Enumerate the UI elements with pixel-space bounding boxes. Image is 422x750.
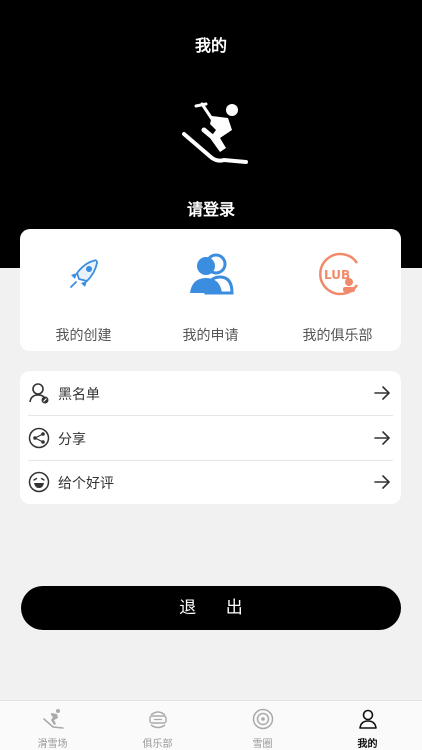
logout-button[interactable]: 退 出 <box>21 586 401 630</box>
page-title: 我的 <box>194 36 227 55</box>
user-block-icon <box>29 383 49 404</box>
menu-item-label: 黑名单 <box>58 387 100 403</box>
menu-item-blacklist[interactable]: 黑名单 <box>20 371 401 415</box>
tab-club[interactable]: 俱乐部 <box>105 701 210 750</box>
quick-action-my-applications[interactable]: 我的申请 <box>147 229 274 351</box>
tab-ski-resort[interactable]: 滑雪场 <box>0 701 105 750</box>
share-icon <box>28 427 50 449</box>
club-icon: LUB <box>318 252 358 296</box>
menu-item-rate-us[interactable]: 给个好评 <box>20 460 401 504</box>
arrow-right-icon <box>374 431 390 445</box>
tab-label: 俱乐部 <box>142 739 173 750</box>
menu-card: 黑名单 分享 给个好评 <box>20 371 401 504</box>
tab-label: 雪圈 <box>252 739 273 750</box>
login-link[interactable]: 请登录 <box>0 196 422 220</box>
smile-icon <box>28 471 50 493</box>
quick-actions-card: 我的创建 我的申请 LUB 我的俱乐部 <box>20 229 401 351</box>
skier-icon <box>42 709 64 729</box>
menu-item-label: 给个好评 <box>58 476 114 492</box>
club-badge-icon <box>148 711 167 729</box>
menu-item-label: 分享 <box>58 432 86 448</box>
skier-logo-icon <box>182 102 248 164</box>
arrow-right-icon <box>374 386 390 400</box>
menu-item-share[interactable]: 分享 <box>20 416 401 460</box>
tab-bar: 滑雪场 俱乐部 雪圈 我的 <box>0 700 422 750</box>
arrow-right-icon <box>374 475 390 489</box>
person-icon <box>358 709 377 729</box>
rocket-icon <box>69 259 98 288</box>
quick-action-label: 我的俱乐部 <box>302 328 373 344</box>
quick-action-label: 我的申请 <box>182 328 239 344</box>
tab-label: 我的 <box>357 739 378 750</box>
quick-action-my-created[interactable]: 我的创建 <box>20 229 147 351</box>
quick-action-my-clubs[interactable]: LUB 我的俱乐部 <box>274 229 401 351</box>
tab-snow-circle[interactable]: 雪圈 <box>210 701 315 750</box>
users-icon <box>189 253 234 295</box>
circle-icon <box>252 708 273 730</box>
tab-mine[interactable]: 我的 <box>315 701 420 750</box>
profile-header: 我的 请登录 <box>0 0 422 268</box>
tab-label: 滑雪场 <box>37 739 68 750</box>
quick-action-label: 我的创建 <box>55 328 112 344</box>
